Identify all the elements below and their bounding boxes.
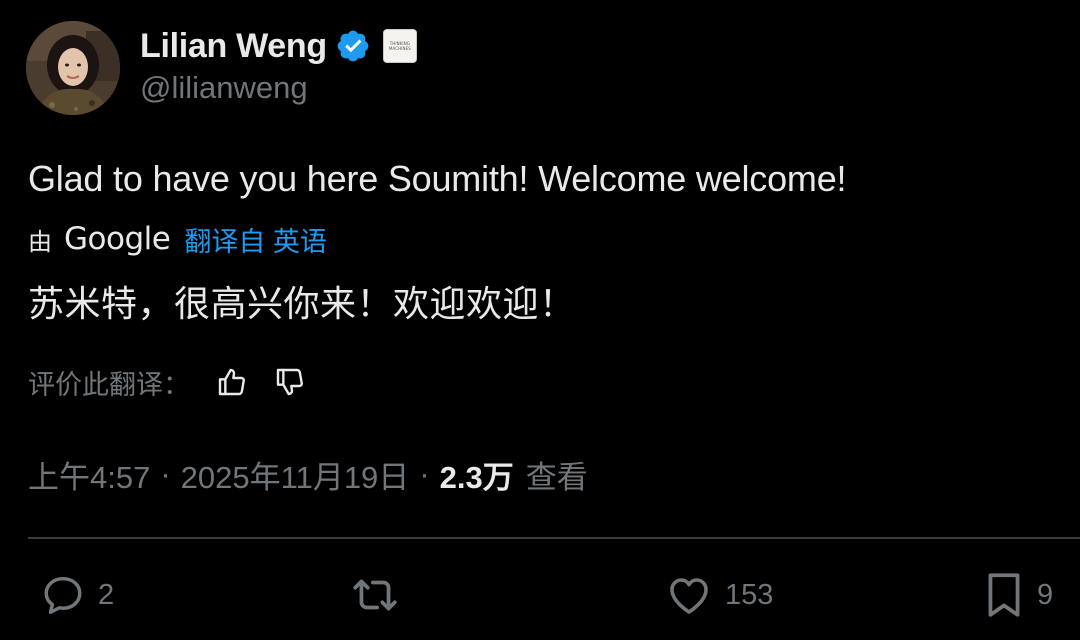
heart-icon [670, 578, 708, 614]
like-count: 153 [725, 578, 774, 611]
retweet-icon [353, 579, 397, 611]
bookmark-icon [988, 573, 1020, 617]
meta-separator: · [160, 456, 171, 491]
retweet-button[interactable] [350, 570, 412, 620]
reply-icon [44, 576, 82, 614]
views-count[interactable]: 2.3万 [440, 452, 514, 497]
tweet-text: Glad to have you here Soumith! Welcome w… [28, 158, 847, 199]
profile-photo [26, 21, 120, 115]
rate-down-button[interactable] [270, 362, 310, 402]
tweet-meta: 上午4:57 · 2025年11月19日 · 2.3万 查看 [28, 452, 588, 496]
affiliate-badge-icon[interactable]: THINKING MACHINES [382, 29, 417, 63]
google-logo: Google [64, 221, 171, 257]
bookmark-count: 9 [1037, 578, 1054, 611]
reply-count: 2 [98, 578, 115, 611]
translated-by-label: 由 [28, 228, 52, 256]
thumbs-down-icon [276, 368, 303, 396]
author-handle[interactable]: @lilianweng [140, 70, 308, 106]
author-name-row: Lilian Weng THINKING MACHINES [140, 24, 417, 68]
like-button[interactable]: 153 [665, 570, 773, 620]
rate-translation-label: 评价此翻译： [28, 369, 190, 400]
bookmark-button[interactable]: 9 [983, 570, 1053, 620]
rate-up-button[interactable] [212, 362, 252, 402]
verified-badge-icon[interactable] [335, 28, 371, 64]
tweet-date[interactable]: 2025年11月19日 [181, 452, 410, 497]
avatar[interactable] [26, 21, 120, 115]
translated-text: 苏米特，很高兴你来！欢迎欢迎！ [28, 283, 576, 324]
affiliate-badge-line-2: MACHINES [388, 46, 411, 51]
divider [28, 537, 1080, 539]
translated-from-link[interactable]: 翻译自 英语 [184, 220, 327, 259]
meta-separator: · [419, 456, 430, 491]
thumbs-up-icon [218, 368, 245, 396]
rate-translation-row: 评价此翻译： [28, 362, 310, 402]
reply-button[interactable]: 2 [40, 570, 114, 620]
author-display-name[interactable]: Lilian Weng [140, 27, 327, 66]
tweet-time[interactable]: 上午4:57 [28, 452, 150, 497]
translation-attribution: 由 Google 翻译自 英语 [28, 219, 327, 259]
views-label[interactable]: 查看 [526, 452, 588, 497]
